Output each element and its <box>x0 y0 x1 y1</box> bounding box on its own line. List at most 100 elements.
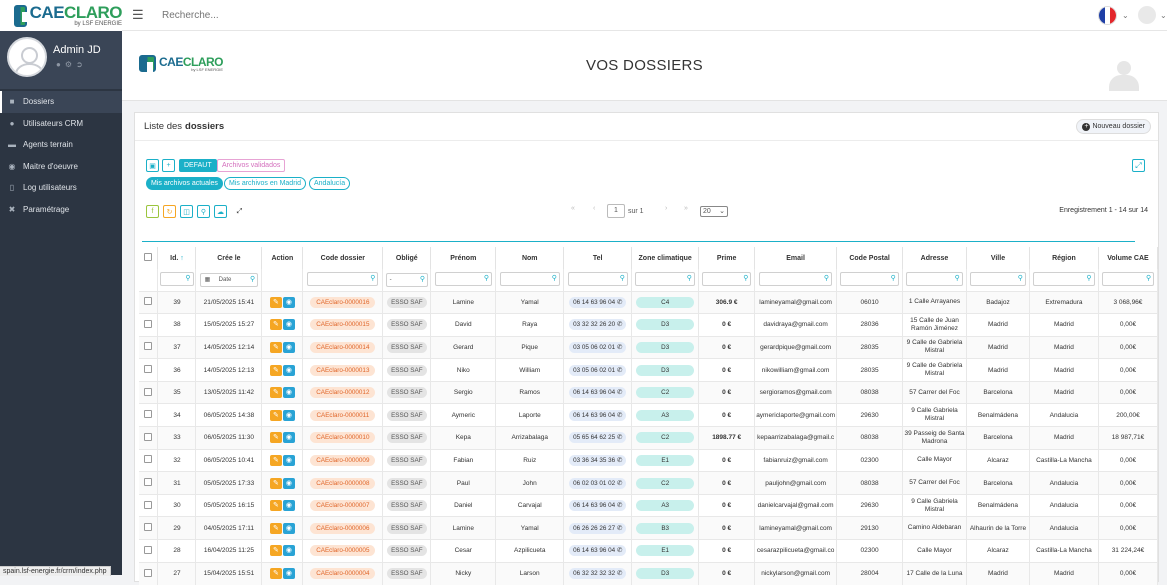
edit-icon[interactable]: ✎ <box>269 477 282 489</box>
add-view-icon[interactable]: + <box>162 159 175 172</box>
filter-prime[interactable]: ⚲ <box>701 271 752 286</box>
cell-code-dossier[interactable]: CAEclaro-0000014 <box>310 341 376 353</box>
col-nom[interactable]: Nom <box>495 247 565 269</box>
filter-mis-archivos-madrid[interactable]: Mis archivos en Madrid <box>224 177 306 190</box>
filter-oblige[interactable]: - ⚲ <box>385 272 428 287</box>
view-icon[interactable]: ◉ <box>282 522 295 534</box>
filter-email[interactable]: ⚲ <box>759 271 833 286</box>
filter-id[interactable]: ⚲ <box>160 271 194 286</box>
edit-icon[interactable]: ✎ <box>269 454 282 466</box>
col-cree-le[interactable]: Crée le <box>195 247 263 269</box>
edit-icon[interactable]: ✎ <box>269 409 282 421</box>
save-view-icon[interactable]: ▣ <box>146 159 159 172</box>
filter-nom[interactable]: ⚲ <box>499 271 560 286</box>
select-all-checkbox[interactable] <box>144 253 153 261</box>
france-flag-icon[interactable] <box>1098 6 1117 25</box>
cell-code-dossier[interactable]: CAEclaro-0000007 <box>310 500 376 512</box>
row-checkbox[interactable] <box>144 297 153 306</box>
view-icon[interactable]: ◉ <box>282 341 295 353</box>
filter-ville[interactable]: ⚲ <box>970 271 1026 286</box>
cell-tel[interactable]: 03 32 32 26 20 ✆ <box>569 319 627 331</box>
row-checkbox[interactable] <box>144 387 153 396</box>
view-icon[interactable]: ◉ <box>282 319 295 331</box>
view-icon[interactable]: ◉ <box>282 568 295 580</box>
user-icon[interactable]: ● <box>56 60 65 69</box>
col-adresse[interactable]: Adresse <box>902 247 967 269</box>
edit-icon[interactable]: ✎ <box>269 387 282 399</box>
hamburger-menu-icon[interactable]: ☰ <box>132 7 144 23</box>
cell-tel[interactable]: 06 14 63 96 04 ✆ <box>569 500 627 512</box>
filter-toggle-icon[interactable]: f <box>146 205 159 218</box>
prev-page-icon[interactable]: ‹ <box>593 205 595 212</box>
col-tel[interactable]: Tel <box>563 247 633 269</box>
filter-default[interactable]: DEFAUT <box>179 159 217 172</box>
table-row[interactable]: 29 04/05/2025 17:11 ✎ ◉ CAEclaro-0000006 ESSO… <box>139 516 1159 540</box>
sidebar-item-maitre-oeuvre[interactable]: ◉ Maitre d'oeuvre <box>0 156 122 178</box>
edit-icon[interactable]: ✎ <box>269 296 282 308</box>
cell-tel[interactable]: 03 05 06 02 01 ✆ <box>569 364 627 376</box>
sidebar-item-parametrage[interactable]: ✖ Paramétrage <box>0 199 122 221</box>
edit-icon[interactable]: ✎ <box>269 319 282 331</box>
sidebar-item-utilisateurs-crm[interactable]: ● Utilisateurs CRM <box>0 113 122 135</box>
sort-arrow-icon[interactable]: ↑ <box>180 255 184 262</box>
table-row[interactable]: 32 06/05/2025 10:41 ✎ ◉ CAEclaro-0000009 ESSO… <box>139 448 1159 472</box>
cell-tel[interactable]: 06 14 63 96 04 ✆ <box>569 409 627 421</box>
cell-code-dossier[interactable]: CAEclaro-0000016 <box>310 296 376 308</box>
page-input[interactable]: 1 <box>607 204 625 218</box>
edit-icon[interactable]: ✎ <box>269 432 282 444</box>
cell-code-dossier[interactable]: CAEclaro-0000013 <box>310 364 376 376</box>
view-icon[interactable]: ◉ <box>282 545 295 557</box>
table-row[interactable]: 34 06/05/2025 14:38 ✎ ◉ CAEclaro-0000011 ESSO… <box>139 403 1159 427</box>
row-checkbox[interactable] <box>144 365 153 374</box>
edit-icon[interactable]: ✎ <box>269 500 282 512</box>
brand-logo[interactable]: CAECLARO by LSF ENERGIE <box>0 0 122 31</box>
row-checkbox[interactable] <box>144 500 153 509</box>
resize-icon[interactable]: ⤢ <box>233 205 246 218</box>
filter-archivos-validados[interactable]: Archivos validados <box>217 159 286 172</box>
view-icon[interactable]: ◉ <box>282 454 295 466</box>
user-account-icon[interactable] <box>1138 6 1156 24</box>
col-id[interactable]: Id. ↑ <box>157 247 197 269</box>
table-row[interactable]: 36 14/05/2025 12:13 ✎ ◉ CAEclaro-0000013 ESSO… <box>139 358 1159 382</box>
row-checkbox[interactable] <box>144 478 153 487</box>
view-icon[interactable]: ◉ <box>282 500 295 512</box>
edit-icon[interactable]: ✎ <box>269 364 282 376</box>
cell-code-dossier[interactable]: CAEclaro-0000011 <box>310 409 376 421</box>
col-prime[interactable]: Prime <box>698 247 756 269</box>
last-page-icon[interactable]: » <box>684 205 688 212</box>
next-page-icon[interactable]: › <box>665 205 667 212</box>
cell-code-dossier[interactable]: CAEclaro-0000006 <box>310 522 376 534</box>
edit-icon[interactable]: ✎ <box>269 568 282 580</box>
cell-tel[interactable]: 06 14 63 96 04 ✆ <box>569 296 627 308</box>
cell-code-dossier[interactable]: CAEclaro-0000005 <box>310 545 376 557</box>
refresh-icon[interactable]: ↻ <box>163 205 176 218</box>
cell-tel[interactable]: 06 26 26 26 27 ✆ <box>569 522 627 534</box>
row-checkbox[interactable] <box>144 523 153 532</box>
view-icon[interactable]: ◉ <box>282 364 295 376</box>
edit-icon[interactable]: ✎ <box>269 341 282 353</box>
table-row[interactable]: 27 15/04/2025 15:51 ✎ ◉ CAEclaro-0000004 ESSO… <box>139 561 1159 585</box>
cell-code-dossier[interactable]: CAEclaro-0000015 <box>310 319 376 331</box>
col-ville[interactable]: Ville <box>966 247 1030 269</box>
cell-tel[interactable]: 03 36 34 35 36 ✆ <box>569 454 627 466</box>
row-checkbox[interactable] <box>144 455 153 464</box>
col-prenom[interactable]: Prénom <box>430 247 497 269</box>
cell-tel[interactable]: 05 65 64 62 25 ✆ <box>569 432 627 444</box>
expand-icon[interactable]: ⤢ <box>1132 159 1145 172</box>
sidebar-item-agents-terrain[interactable]: ▬ Agents terrain <box>0 134 122 156</box>
row-checkbox[interactable] <box>144 545 153 554</box>
filter-zone[interactable]: ⚲ <box>635 271 695 286</box>
edit-icon[interactable]: ✎ <box>269 545 282 557</box>
row-checkbox[interactable] <box>144 410 153 419</box>
table-row[interactable]: 30 05/05/2025 16:15 ✎ ◉ CAEclaro-0000007 ESSO… <box>139 493 1159 517</box>
new-dossier-button[interactable]: + Nouveau dossier <box>1076 119 1151 134</box>
filter-andalucia[interactable]: Andalucía <box>309 177 351 190</box>
filter-prenom[interactable]: ⚲ <box>434 271 493 286</box>
view-icon[interactable]: ◉ <box>282 432 295 444</box>
first-page-icon[interactable]: « <box>571 205 575 212</box>
view-icon[interactable]: ◉ <box>282 409 295 421</box>
search-icon[interactable]: ⚲ <box>197 205 210 218</box>
filter-date[interactable]: ▦ Date ⚲ <box>199 272 259 287</box>
col-code-dossier[interactable]: Code dossier <box>302 247 384 269</box>
col-code-postal[interactable]: Code Postal <box>836 247 904 269</box>
